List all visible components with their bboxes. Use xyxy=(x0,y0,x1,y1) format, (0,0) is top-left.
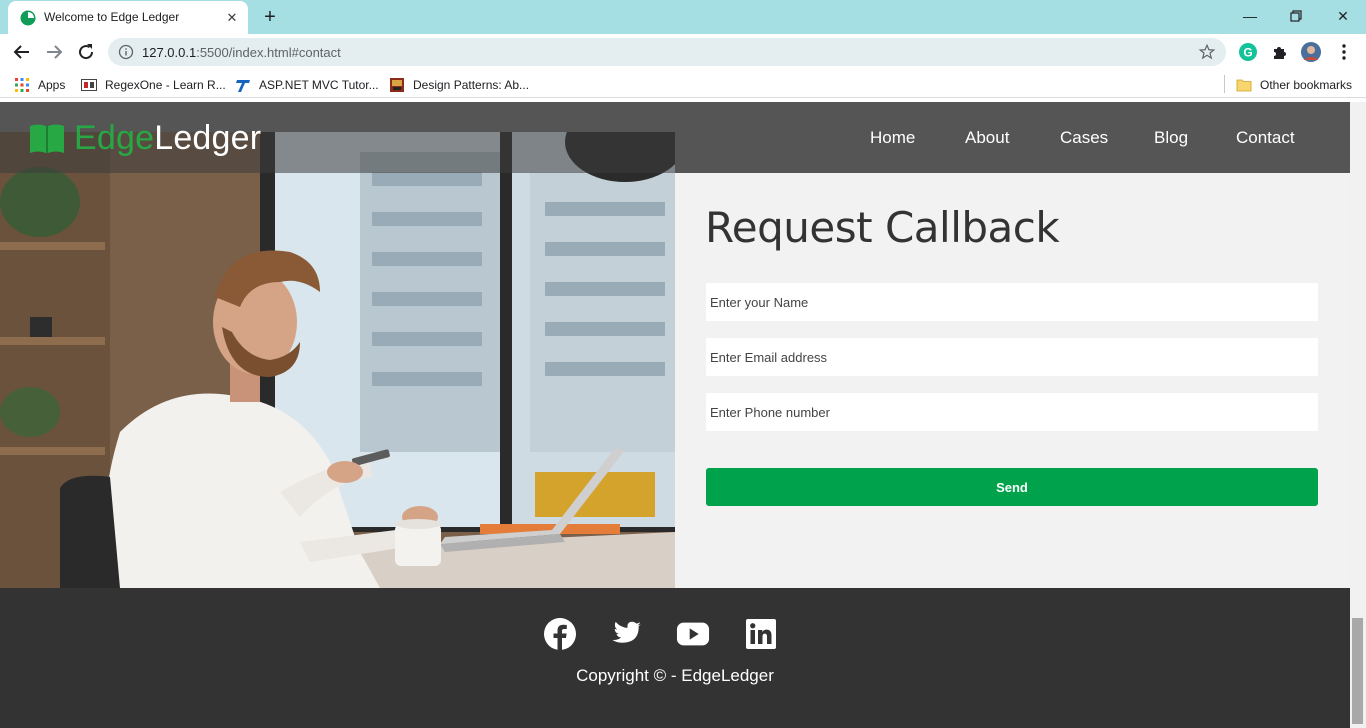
extensions-puzzle-icon[interactable] xyxy=(1270,42,1290,62)
minimize-icon[interactable]: — xyxy=(1238,5,1262,27)
bookmark-label: Design Patterns: Ab... xyxy=(413,78,530,92)
email-input[interactable] xyxy=(706,338,1318,376)
bookmark-star-icon[interactable] xyxy=(1198,43,1216,61)
folder-icon xyxy=(1236,79,1252,92)
ledger-book-icon xyxy=(30,124,64,153)
bookmark-label: ASP.NET MVC Tutor... xyxy=(259,78,379,92)
bookmark-design-patterns[interactable]: Design Patterns: Ab... xyxy=(389,76,529,94)
profile-avatar-icon[interactable] xyxy=(1301,42,1321,62)
bookmark-regexone[interactable]: RegexOne - Learn R... xyxy=(81,76,226,94)
close-tab-icon[interactable]: ✕ xyxy=(224,10,240,26)
restore-icon[interactable] xyxy=(1284,5,1308,27)
back-arrow-icon[interactable] xyxy=(10,40,34,64)
site-navbar: EdgeLedger Home About Cases Blog Contact xyxy=(0,102,1350,173)
url-text: 127.0.0.1:5500/index.html#contact xyxy=(142,45,341,60)
info-icon[interactable] xyxy=(118,44,134,60)
copyright-text: Copyright © - EdgeLedger xyxy=(576,666,774,685)
send-button[interactable]: Send xyxy=(706,468,1318,506)
browser-toolbar: 127.0.0.1:5500/index.html#contact G xyxy=(0,34,1366,70)
bookmarks-separator xyxy=(1224,75,1225,93)
grammarly-icon[interactable]: G xyxy=(1238,42,1258,62)
bookmark-label: Apps xyxy=(38,78,66,92)
phone-input[interactable] xyxy=(706,393,1318,431)
callback-form-section: Request Callback Send xyxy=(675,173,1350,588)
facebook-icon[interactable] xyxy=(543,617,577,651)
site-footer: Copyright © - EdgeLedger xyxy=(0,588,1350,728)
edge-ledger-favicon-icon xyxy=(20,10,36,26)
browser-tab[interactable]: Welcome to Edge Ledger ✕ xyxy=(8,1,248,34)
scrollbar-thumb[interactable] xyxy=(1352,618,1363,724)
other-bookmarks-label: Other bookmarks xyxy=(1260,78,1353,92)
nav-about[interactable]: About xyxy=(965,128,1009,148)
reload-icon[interactable] xyxy=(74,40,98,64)
nav-blog[interactable]: Blog xyxy=(1154,128,1188,148)
more-menu-icon[interactable] xyxy=(1334,42,1354,62)
name-input[interactable] xyxy=(706,283,1318,321)
tab-title: Welcome to Edge Ledger xyxy=(44,10,180,24)
close-window-icon[interactable]: ✕ xyxy=(1331,5,1355,27)
page-viewport: EdgeLedger Home About Cases Blog Contact… xyxy=(0,102,1350,728)
logo-text: EdgeLedger xyxy=(74,118,262,157)
bookmark-apps[interactable]: Apps xyxy=(14,76,65,94)
contact-hero-photo xyxy=(0,132,675,588)
youtube-icon[interactable] xyxy=(676,617,710,651)
form-title: Request Callback xyxy=(705,203,1060,252)
apps-grid-icon xyxy=(15,78,29,92)
nav-cases[interactable]: Cases xyxy=(1060,128,1108,148)
linkedin-icon[interactable] xyxy=(744,617,778,651)
other-bookmarks[interactable]: Other bookmarks xyxy=(1236,76,1352,94)
address-bar[interactable]: 127.0.0.1:5500/index.html#contact xyxy=(108,38,1226,66)
design-patterns-book-icon xyxy=(390,78,404,92)
nav-home[interactable]: Home xyxy=(870,128,915,148)
svg-text:G: G xyxy=(1243,46,1252,60)
bookmark-aspnet-mvc[interactable]: ASP.NET MVC Tutor... xyxy=(235,76,379,94)
regexone-icon xyxy=(81,79,97,91)
browser-tabstrip: Welcome to Edge Ledger ✕ + — ✕ xyxy=(0,0,1366,34)
new-tab-icon[interactable]: + xyxy=(258,6,282,28)
tutorialsteacher-icon xyxy=(236,80,250,92)
nav-contact[interactable]: Contact xyxy=(1236,128,1295,148)
site-logo[interactable]: EdgeLedger xyxy=(28,118,261,158)
page-scrollbar[interactable] xyxy=(1350,102,1366,728)
bookmark-label: RegexOne - Learn R... xyxy=(105,78,226,92)
twitter-icon[interactable] xyxy=(609,617,643,651)
bookmarks-bar: Apps RegexOne - Learn R... ASP.NET MVC T… xyxy=(0,70,1366,98)
forward-arrow-icon[interactable] xyxy=(42,40,66,64)
